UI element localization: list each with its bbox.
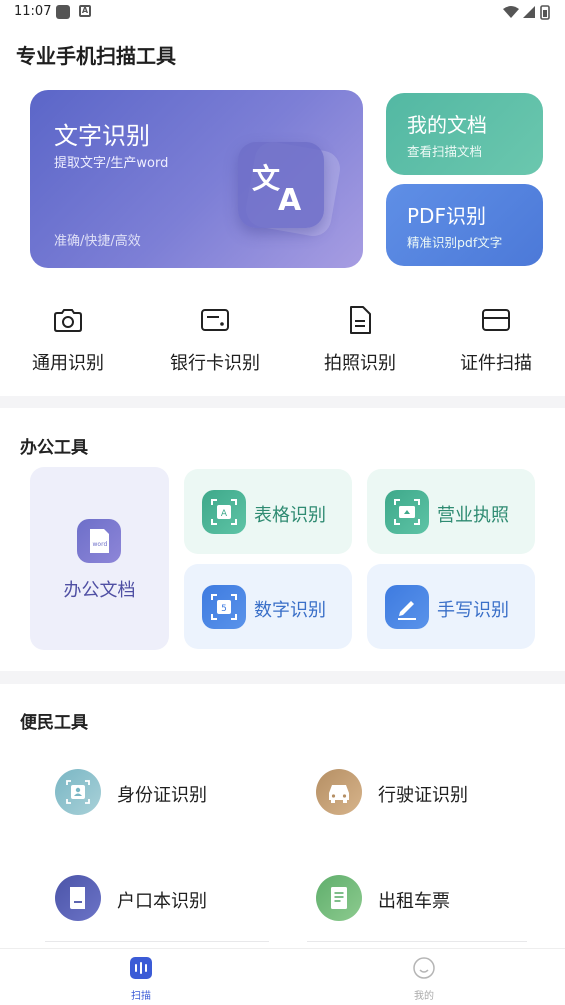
number-recognition-tile[interactable]: 5 数字识别 (184, 564, 352, 649)
bank-card-icon (201, 309, 229, 331)
quick-photo-recognition[interactable]: 拍照识别 (295, 300, 425, 380)
hero-subtitle: 提取文字/生产word (54, 156, 169, 171)
table-scan-icon: A (202, 490, 246, 534)
text-recognition-card[interactable]: 文字识别 提取文字/生产word 准确/快捷/高效 文 A (30, 90, 363, 268)
pdf-recognition-title: PDF识别 (407, 204, 486, 228)
office-document-tile[interactable]: word 办公文档 (30, 467, 169, 650)
my-documents-card[interactable]: 我的文档 查看扫描文档 (386, 93, 543, 175)
smile-icon (413, 957, 435, 979)
pdf-recognition-card[interactable]: PDF识别 精准识别pdf文字 (386, 184, 543, 266)
table-recognition-tile[interactable]: A 表格识别 (184, 469, 352, 554)
id-card-recognition-item[interactable]: 身份证识别 (55, 769, 295, 829)
list-divider (307, 941, 527, 942)
id-card-recognition-label: 身份证识别 (117, 785, 207, 806)
quick-actions: 通用识别 银行卡识别 拍照识别 证件扫描 (0, 300, 565, 380)
svg-text:5: 5 (221, 604, 227, 614)
scan-icon (130, 957, 152, 979)
tab-scan[interactable]: 扫描 (101, 957, 181, 1002)
my-documents-subtitle: 查看扫描文档 (407, 144, 483, 159)
office-section-title: 办公工具 (20, 438, 88, 458)
quick-label: 证件扫描 (460, 353, 532, 374)
svg-text:A: A (278, 183, 302, 216)
id-card-icon (55, 769, 101, 815)
svg-text:A: A (221, 509, 228, 519)
receipt-icon (316, 875, 362, 921)
document-icon (350, 306, 371, 334)
household-register-item[interactable]: 户口本识别 (55, 875, 295, 935)
svg-text:文: 文 (252, 162, 280, 195)
status-bar: 11:07 A (0, 0, 565, 26)
taxi-receipt-label: 出租车票 (378, 891, 450, 912)
tab-scan-label: 扫描 (131, 991, 151, 1002)
car-icon (316, 769, 362, 815)
business-license-label: 营业执照 (437, 505, 509, 526)
license-icon (385, 490, 429, 534)
booklet-icon (55, 875, 101, 921)
hero-title: 文字识别 (54, 122, 150, 150)
word-badge: word (93, 541, 108, 548)
vehicle-license-label: 行驶证识别 (378, 785, 468, 806)
signal-battery-icon (503, 5, 550, 20)
my-documents-title: 我的文档 (407, 113, 487, 137)
app-notification-icon: A (79, 5, 91, 17)
page-title: 专业手机扫描工具 (16, 44, 176, 68)
tab-mine-label: 我的 (414, 991, 434, 1002)
table-recognition-label: 表格识别 (254, 505, 326, 526)
business-license-tile[interactable]: 营业执照 (367, 469, 535, 554)
handwriting-recognition-label: 手写识别 (437, 600, 509, 621)
id-card-icon (482, 309, 510, 331)
translate-icon: 文 A (238, 142, 324, 228)
quick-label: 拍照识别 (324, 353, 396, 374)
word-icon: word (77, 519, 121, 563)
vehicle-license-item[interactable]: 行驶证识别 (316, 769, 556, 829)
bottom-tab-bar: 扫描 我的 (0, 948, 565, 1005)
quick-general-recognition[interactable]: 通用识别 (3, 300, 133, 380)
quick-label: 银行卡识别 (170, 353, 260, 374)
pen-icon (385, 585, 429, 629)
list-divider (45, 941, 269, 942)
quick-bank-card[interactable]: 银行卡识别 (150, 300, 280, 380)
notification-icon (56, 5, 70, 19)
services-section-title: 便民工具 (20, 713, 88, 733)
number-scan-icon: 5 (202, 585, 246, 629)
quick-label: 通用识别 (32, 353, 104, 374)
tab-mine[interactable]: 我的 (384, 957, 464, 1002)
office-document-label: 办公文档 (63, 580, 136, 601)
handwriting-recognition-tile[interactable]: 手写识别 (367, 564, 535, 649)
section-divider (0, 671, 565, 684)
camera-icon (54, 309, 82, 332)
household-register-label: 户口本识别 (117, 891, 207, 912)
quick-id-scan[interactable]: 证件扫描 (431, 300, 561, 380)
number-recognition-label: 数字识别 (254, 600, 326, 621)
pdf-recognition-subtitle: 精准识别pdf文字 (407, 235, 503, 250)
section-divider (0, 396, 565, 408)
status-time: 11:07 (14, 4, 52, 19)
hero-tags: 准确/快捷/高效 (54, 234, 141, 249)
taxi-receipt-item[interactable]: 出租车票 (316, 875, 556, 935)
